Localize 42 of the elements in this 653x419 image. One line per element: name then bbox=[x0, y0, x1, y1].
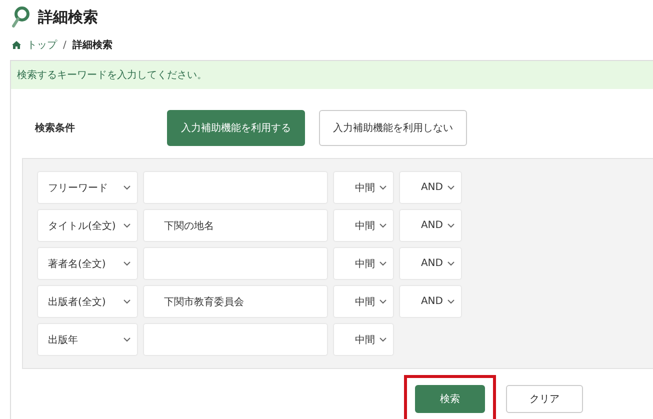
field-select[interactable]: 出版者(全文) bbox=[37, 285, 138, 318]
chevron-down-icon bbox=[379, 261, 387, 266]
operator-select[interactable]: AND bbox=[399, 209, 462, 242]
assist-toggle-button[interactable]: 入力補助機能を利用する bbox=[167, 110, 305, 146]
chevron-down-icon bbox=[123, 299, 131, 304]
page-title: 詳細検索 bbox=[38, 8, 98, 26]
field-select[interactable]: 出版年 bbox=[37, 323, 138, 356]
chevron-down-icon bbox=[447, 185, 455, 190]
field-select[interactable]: タイトル(全文) bbox=[37, 209, 138, 242]
keyword-input-field[interactable]: 下関の地名 bbox=[143, 209, 328, 242]
match-select[interactable]: 中間 bbox=[333, 247, 394, 280]
conditions-label: 検索条件 bbox=[35, 122, 76, 135]
chevron-down-icon bbox=[123, 185, 131, 190]
operator-select[interactable]: AND bbox=[399, 171, 462, 204]
chevron-down-icon bbox=[379, 223, 387, 228]
keyword-input-field[interactable]: 下関市教育委員会 bbox=[143, 285, 328, 318]
operator-select[interactable]: AND bbox=[399, 285, 462, 318]
chevron-down-icon bbox=[447, 299, 455, 304]
chevron-down-icon bbox=[123, 223, 131, 228]
magnifier-icon bbox=[12, 6, 30, 28]
info-message: 検索するキーワードを入力してください。 bbox=[11, 61, 653, 89]
chevron-down-icon bbox=[123, 261, 131, 266]
chevron-down-icon bbox=[447, 261, 455, 266]
breadcrumb-separator: / bbox=[63, 40, 66, 50]
match-select[interactable]: 中間 bbox=[333, 209, 394, 242]
chevron-down-icon bbox=[379, 299, 387, 304]
chevron-down-icon bbox=[447, 223, 455, 228]
clear-button[interactable]: クリア bbox=[506, 385, 583, 413]
breadcrumb-link[interactable]: トップ bbox=[27, 38, 57, 52]
match-select[interactable]: 中間 bbox=[333, 323, 394, 356]
operator-select[interactable]: AND bbox=[399, 247, 462, 280]
chevron-down-icon bbox=[379, 337, 387, 342]
match-select[interactable]: 中間 bbox=[333, 171, 394, 204]
search-button[interactable]: 検索 bbox=[415, 385, 485, 413]
breadcrumb-current: 詳細検索 bbox=[72, 38, 112, 52]
chevron-down-icon bbox=[379, 185, 387, 190]
field-select[interactable]: フリーワード bbox=[37, 171, 138, 204]
home-icon bbox=[12, 41, 21, 49]
match-select[interactable]: 中間 bbox=[333, 285, 394, 318]
field-select[interactable]: 著者名(全文) bbox=[37, 247, 138, 280]
assist-toggle-button[interactable]: 入力補助機能を利用しない bbox=[319, 110, 467, 146]
chevron-down-icon bbox=[123, 337, 131, 342]
